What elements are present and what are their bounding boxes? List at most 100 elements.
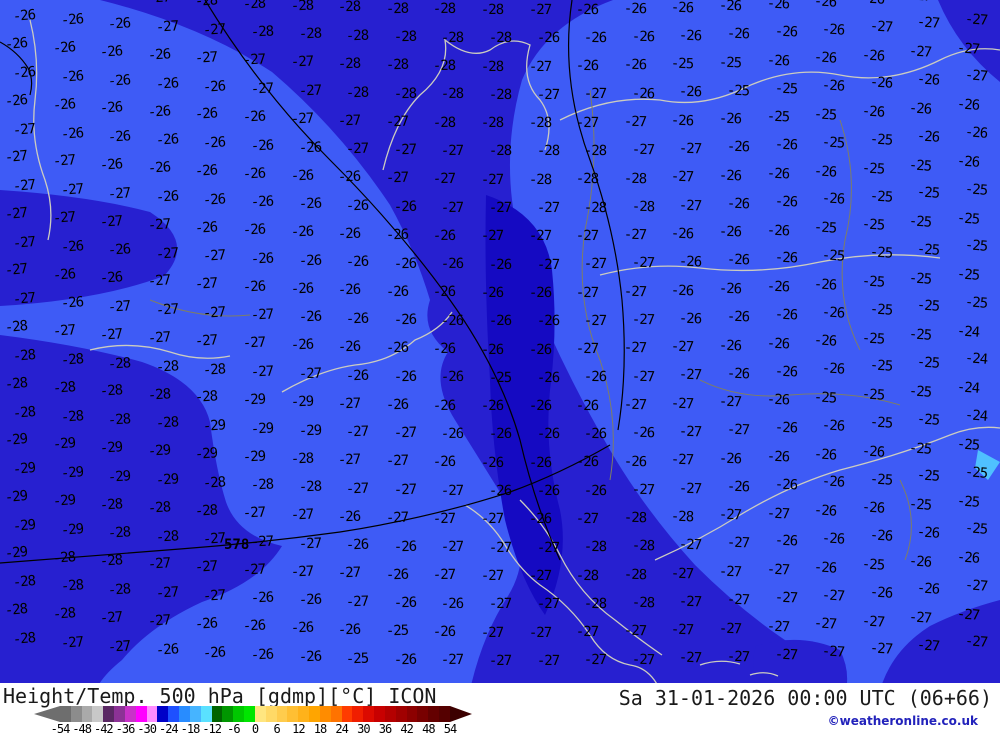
temp-value: -27: [766, 561, 790, 579]
temp-value: -26: [774, 306, 798, 324]
temp-value: -26: [679, 27, 702, 45]
temp-value: -25: [718, 54, 742, 72]
temp-value: -26: [766, 221, 790, 240]
temp-value: -26: [337, 282, 361, 299]
temp-value: -28: [194, 502, 218, 520]
temp-value: -27: [908, 43, 933, 62]
colorbar-segment: [70, 705, 82, 722]
temp-value: -28: [107, 581, 131, 599]
colorbar-segment: [287, 705, 299, 722]
temp-value: -27: [726, 535, 750, 552]
temp-value: -27: [774, 646, 798, 664]
temp-value: -26: [242, 108, 266, 126]
colorbar-tick-label: 18: [313, 722, 327, 733]
temp-value: -28: [671, 508, 694, 526]
temp-value: -28: [488, 30, 512, 47]
temp-value: -26: [12, 64, 36, 83]
colorbar-segment: [124, 705, 136, 722]
temp-value: -26: [4, 91, 28, 110]
weather-map-screenshot: -26-26-27-27-28-28-28-28-28-28-28-27-26-…: [0, 0, 1000, 733]
colorbar-segment: [222, 705, 234, 722]
colorbar-tick-label: -30: [137, 722, 157, 733]
colorbar-tick-label: 0: [251, 722, 259, 733]
temp-value: -26: [766, 52, 790, 70]
temp-value: -26: [766, 278, 790, 296]
temp-value: -26: [298, 648, 322, 666]
temp-value: -27: [718, 620, 742, 638]
temp-value: -26: [59, 124, 84, 143]
temp-value: -27: [964, 633, 988, 652]
temp-value: -26: [194, 105, 218, 124]
colorbar-segment: [114, 705, 125, 722]
colorbar-tick-label: 30: [357, 722, 370, 733]
temp-value: -26: [147, 46, 171, 64]
temp-value: -28: [528, 171, 551, 188]
temp-value: -27: [345, 140, 369, 158]
temp-value: -27: [59, 634, 84, 652]
temp-value: -26: [250, 137, 274, 155]
temp-value: -28: [575, 567, 599, 584]
colorbar-segment: [168, 705, 180, 722]
temp-value: -26: [861, 46, 885, 65]
temp-value: -28: [4, 318, 28, 337]
temp-value: -27: [575, 227, 599, 245]
temp-value: -28: [623, 509, 647, 527]
temp-value: -28: [528, 115, 551, 132]
temp-value: -26: [147, 159, 171, 177]
temp-value: -27: [290, 110, 314, 128]
temp-value: -26: [631, 424, 655, 442]
temp-value: -27: [194, 332, 218, 350]
temp-value: -26: [536, 426, 559, 443]
temp-value: -25: [869, 301, 893, 319]
temp-value: -29: [12, 516, 36, 535]
temp-value: -29: [99, 439, 123, 457]
temp-value: -26: [480, 398, 504, 415]
temp-value: -26: [671, 225, 694, 243]
temp-value: -27: [385, 453, 409, 470]
temp-value: -27: [290, 563, 314, 581]
temp-value: -28: [250, 476, 274, 494]
temp-value: -26: [345, 537, 369, 554]
temp-value: -26: [290, 280, 314, 298]
temp-value: -25: [956, 266, 980, 285]
temp-value: -27: [536, 596, 559, 613]
temp-value: -26: [385, 283, 409, 300]
temp-value: -26: [433, 340, 456, 358]
colorbar-segment: [363, 705, 375, 722]
temp-value: -26: [766, 335, 790, 353]
temp-value: -28: [631, 538, 655, 555]
colorbar-segment: [374, 705, 385, 722]
temp-value: -25: [813, 389, 837, 407]
temp-value: -25: [964, 463, 988, 482]
temp-value: -26: [528, 341, 551, 358]
colorbar-tick-label: -6: [227, 722, 240, 733]
temp-value: -25: [345, 650, 369, 667]
temp-value: -26: [12, 7, 36, 26]
temp-value: -25: [861, 386, 885, 404]
temp-value: -26: [774, 419, 798, 437]
temp-value: -25: [869, 187, 893, 206]
temp-value: -28: [433, 114, 456, 131]
temp-value: -26: [441, 369, 464, 386]
temp-value: -28: [623, 566, 647, 584]
temp-value: -26: [813, 49, 837, 67]
temp-value: -27: [433, 171, 456, 188]
temp-value: -28: [107, 354, 131, 373]
temp-value: -26: [869, 527, 893, 545]
temp-value: -27: [623, 396, 647, 414]
temp-value: -26: [916, 127, 941, 146]
temp-value: -27: [575, 510, 599, 528]
temp-value: -27: [99, 212, 123, 231]
temp-value: -26: [59, 237, 84, 256]
temp-value: -28: [250, 23, 274, 41]
temp-value: -26: [528, 511, 551, 528]
temp-value: -26: [916, 71, 941, 89]
temp-value: -26: [718, 280, 742, 298]
temp-value: -26: [59, 11, 84, 30]
temp-value: -28: [433, 1, 456, 18]
temp-value: -27: [298, 82, 322, 100]
temp-value: -26: [242, 221, 266, 239]
temp-value: -26: [869, 74, 893, 93]
temp-value: -28: [99, 382, 123, 401]
temp-value: -26: [536, 313, 559, 330]
